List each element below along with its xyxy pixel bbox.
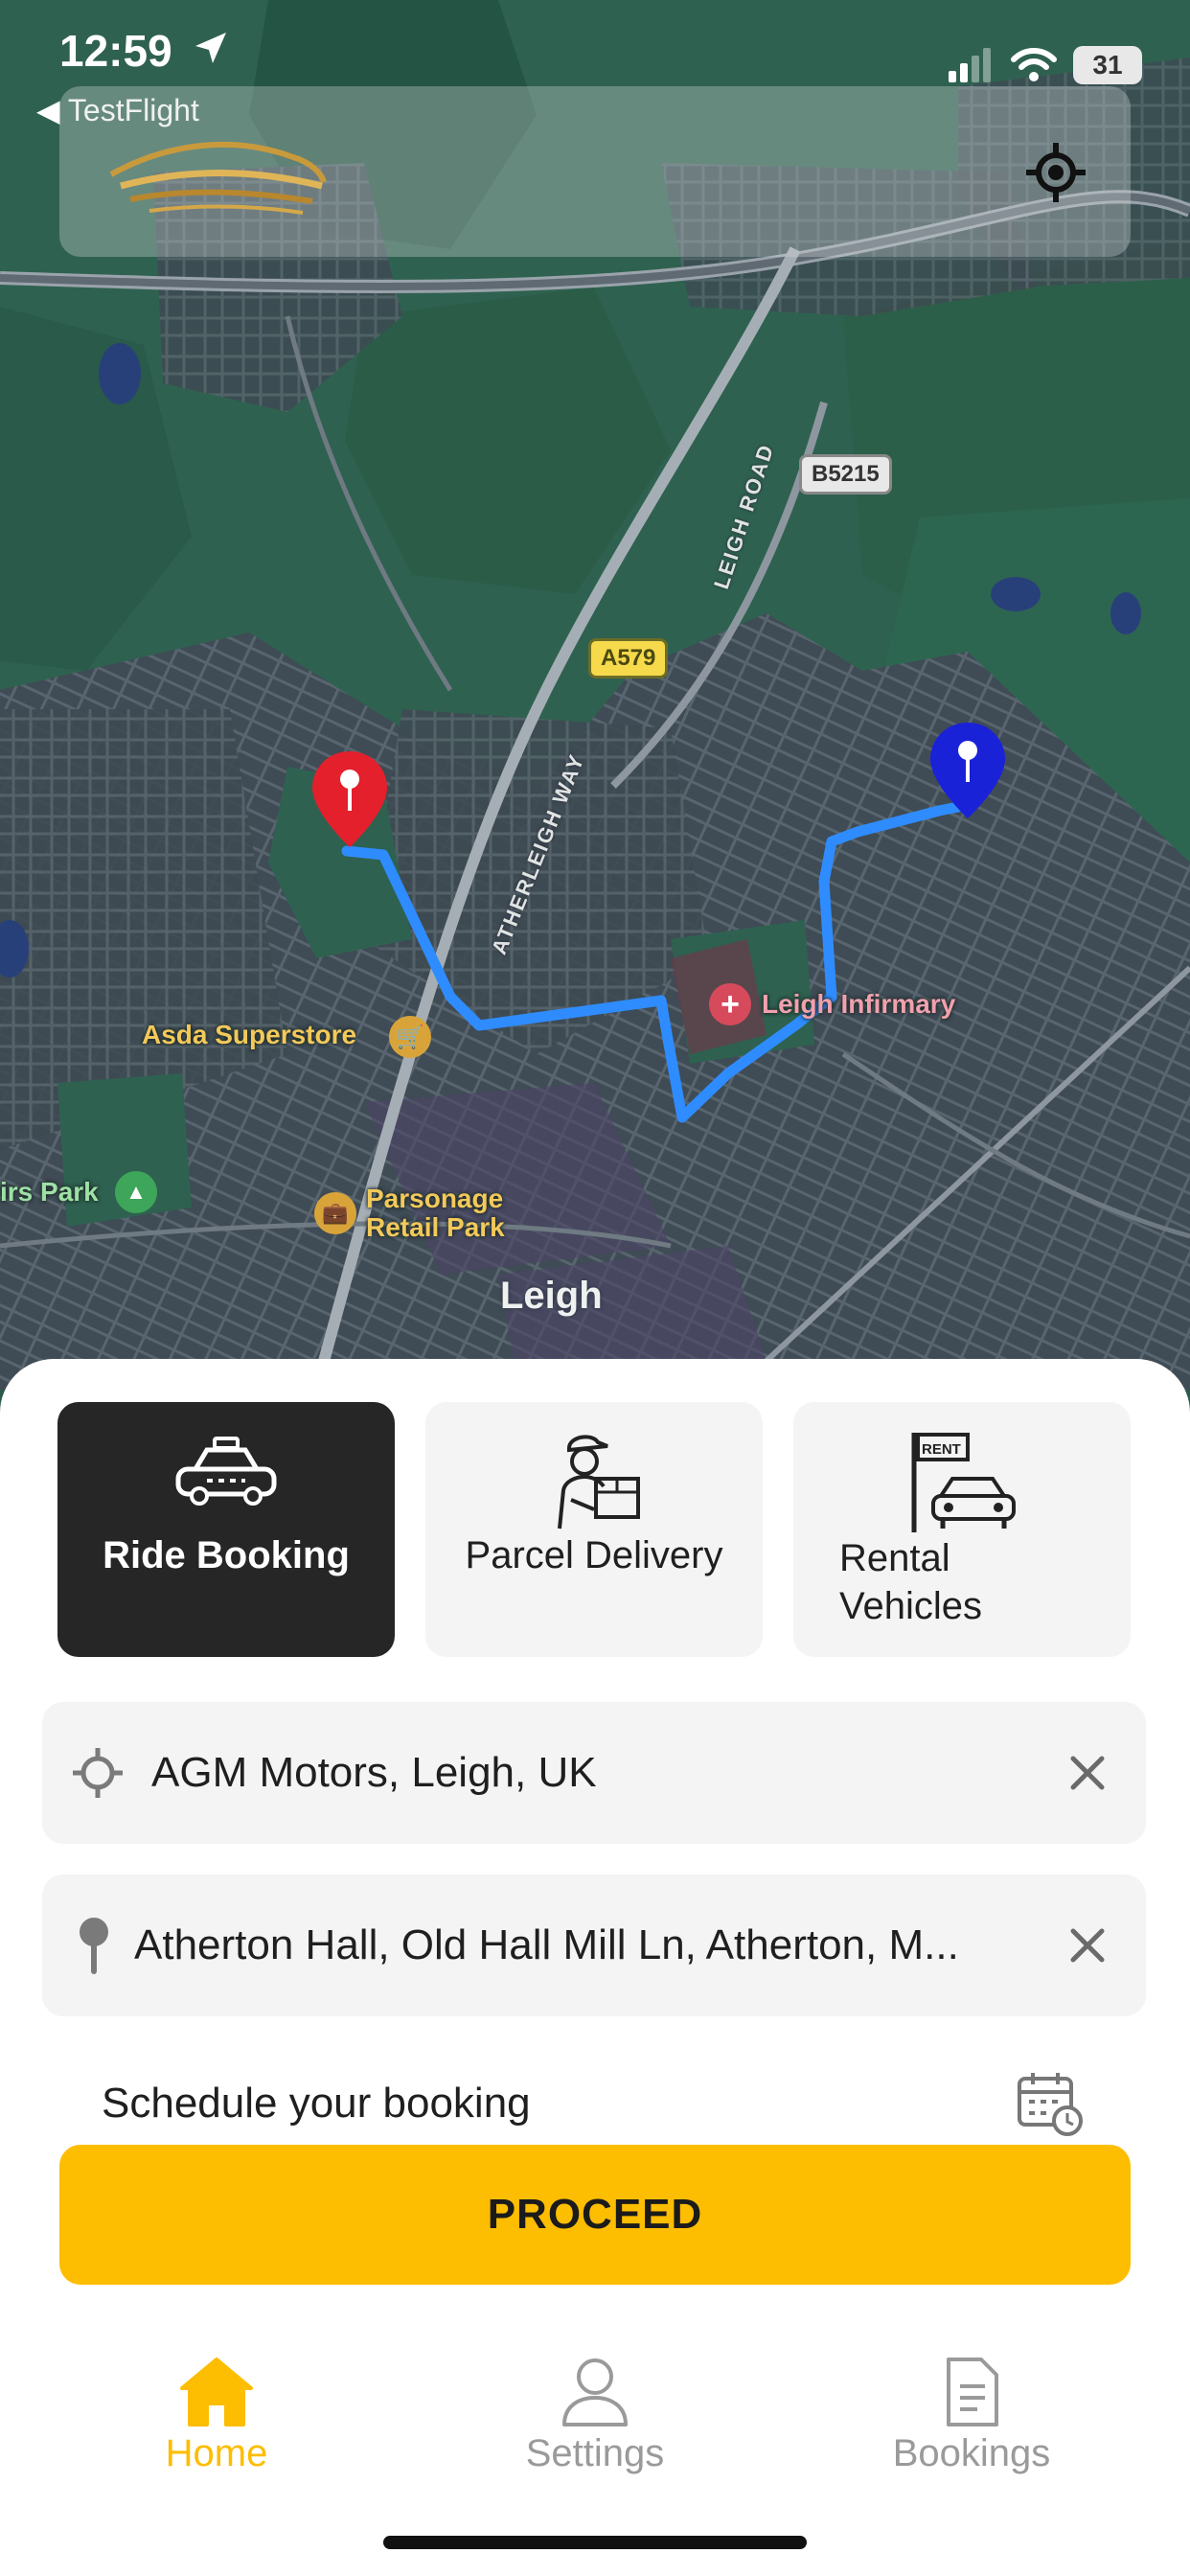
shopping-bag-icon[interactable]: 💼 bbox=[314, 1192, 356, 1234]
home-icon bbox=[180, 2358, 253, 2426]
bottom-tab-bar: Home Settings Bookings bbox=[0, 2356, 1190, 2509]
tab-home-label: Home bbox=[165, 2432, 268, 2474]
pickup-location-value[interactable]: AGM Motors, Leigh, UK bbox=[151, 1749, 1014, 1797]
back-arrow-icon: ◀ bbox=[36, 93, 60, 127]
header-card bbox=[59, 86, 1131, 257]
dropoff-pin-icon[interactable] bbox=[925, 719, 1011, 824]
crosshair-icon bbox=[73, 1748, 123, 1798]
booking-sheet: Ride Booking Parcel Delivery RENT Rental… bbox=[0, 1359, 1190, 2576]
road-shield-b5215: B5215 bbox=[799, 454, 892, 494]
town-label: Leigh bbox=[500, 1275, 603, 1317]
pickup-pin-icon[interactable] bbox=[307, 748, 393, 853]
brand-logo-icon bbox=[109, 141, 327, 215]
tab-settings-label: Settings bbox=[525, 2432, 665, 2474]
tab-bookings-label: Bookings bbox=[892, 2432, 1051, 2474]
svg-text:RENT: RENT bbox=[922, 1441, 961, 1458]
dropoff-location-field[interactable]: Atherton Hall, Old Hall Mill Ln, Atherto… bbox=[42, 1874, 1146, 2016]
tab-bookings[interactable]: Bookings bbox=[857, 2356, 1087, 2499]
delivery-person-icon bbox=[558, 1435, 640, 1530]
hospital-icon[interactable]: + bbox=[709, 983, 751, 1025]
tree-icon[interactable]: ▲ bbox=[115, 1171, 157, 1213]
poi-parsonage-label[interactable]: Parsonage Retail Park bbox=[366, 1184, 505, 1242]
poi-infirmary-label[interactable]: Leigh Infirmary bbox=[762, 989, 955, 1020]
schedule-booking-label: Schedule your booking bbox=[102, 2080, 531, 2127]
service-rental-vehicles-label: Rental Vehicles bbox=[839, 1537, 982, 1627]
status-indicators: 31 bbox=[947, 46, 1142, 84]
proceed-button[interactable]: PROCEED bbox=[59, 2145, 1131, 2285]
service-parcel-delivery[interactable]: Parcel Delivery bbox=[425, 1402, 763, 1657]
poi-asda-label[interactable]: Asda Superstore bbox=[142, 1020, 356, 1050]
dropoff-location-value[interactable]: Atherton Hall, Old Hall Mill Ln, Atherto… bbox=[134, 1921, 1092, 1969]
road-shield-a579: A579 bbox=[588, 638, 669, 678]
taxi-icon bbox=[175, 1437, 277, 1506]
rent-car-icon: RENT bbox=[911, 1433, 1016, 1532]
service-ride-booking[interactable]: Ride Booking bbox=[57, 1402, 395, 1657]
crosshair-locate-icon bbox=[1026, 143, 1086, 202]
close-icon bbox=[1070, 1928, 1105, 1963]
pickup-location-field[interactable]: AGM Motors, Leigh, UK bbox=[42, 1702, 1146, 1844]
home-indicator[interactable] bbox=[383, 2536, 807, 2549]
battery-indicator: 31 bbox=[1073, 46, 1142, 84]
status-time: 12:59 bbox=[59, 26, 172, 76]
service-selector: Ride Booking Parcel Delivery RENT Rental… bbox=[57, 1402, 1131, 1657]
signal-icon bbox=[949, 48, 991, 82]
document-icon bbox=[947, 2358, 998, 2426]
recenter-button[interactable] bbox=[1018, 134, 1094, 211]
poi-parsonage-line1: Parsonage bbox=[366, 1184, 504, 1213]
poi-park-label[interactable]: irs Park bbox=[0, 1177, 99, 1208]
schedule-booking-row[interactable]: Schedule your booking bbox=[59, 2060, 1085, 2147]
tab-settings[interactable]: Settings bbox=[480, 2356, 710, 2499]
wifi-icon bbox=[1011, 48, 1057, 81]
app-screen: B5215 A579 LEIGH ROAD ATHERLEIGH WAY Asd… bbox=[0, 0, 1190, 2576]
pin-icon bbox=[80, 1918, 108, 1974]
service-ride-booking-label: Ride Booking bbox=[103, 1534, 350, 1576]
location-arrow-icon bbox=[195, 33, 226, 63]
close-icon bbox=[1070, 1756, 1105, 1790]
calendar-clock-icon[interactable] bbox=[1016, 2069, 1085, 2138]
service-rental-vehicles[interactable]: RENT Rental Vehicles bbox=[793, 1402, 1131, 1657]
poi-parsonage-line2: Retail Park bbox=[366, 1212, 505, 1242]
clear-pickup-button[interactable] bbox=[1064, 1749, 1111, 1797]
tab-home[interactable]: Home bbox=[102, 2356, 332, 2499]
service-parcel-delivery-label: Parcel Delivery bbox=[465, 1534, 723, 1576]
clear-dropoff-button[interactable] bbox=[1064, 1921, 1111, 1969]
person-icon bbox=[562, 2358, 628, 2426]
cart-icon[interactable]: 🛒 bbox=[389, 1016, 431, 1058]
